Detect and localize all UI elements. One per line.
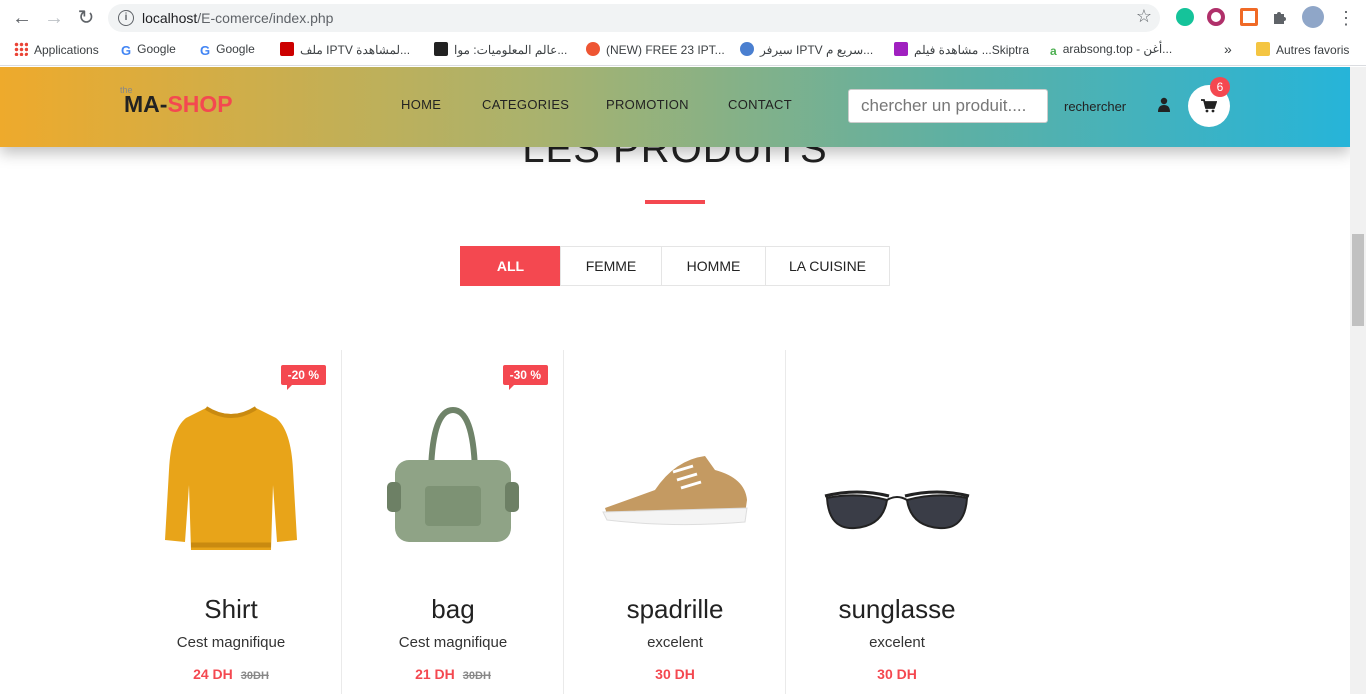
product-card[interactable]: -30 % bag Cest magnifique 21 DH 30DH xyxy=(342,350,564,694)
user-icon[interactable] xyxy=(1158,97,1170,113)
google-icon: G xyxy=(200,43,211,58)
bookmark-informatics-world[interactable]: عالم المعلوميات: موا... xyxy=(434,42,567,60)
page-scrollbar[interactable] xyxy=(1350,67,1366,694)
product-description: excelent xyxy=(647,634,703,651)
forward-arrow-icon[interactable]: → xyxy=(42,6,66,30)
grammarly-icon[interactable] xyxy=(1176,8,1194,26)
product-price: 21 DH 30DH xyxy=(342,666,564,682)
youtube-icon xyxy=(894,42,908,56)
bookmark-other-folder[interactable]: Autres favoris xyxy=(1256,42,1349,60)
product-description: Cest magnifique xyxy=(176,634,286,651)
extension-layout-icon[interactable] xyxy=(1240,8,1258,26)
folder-icon xyxy=(1256,42,1270,56)
profile-avatar[interactable] xyxy=(1302,6,1324,28)
product-description: excelent xyxy=(869,634,925,651)
google-icon: G xyxy=(121,43,132,58)
tan-sneaker-image[interactable] xyxy=(595,390,755,560)
bookmark-google-1[interactable]: G Google xyxy=(121,42,176,60)
discount-badge: -30 % xyxy=(502,365,548,390)
cart-count-badge: 6 xyxy=(1210,77,1230,97)
bookmark-free-iptv[interactable]: (NEW) FREE 23 IPT... xyxy=(586,42,725,60)
product-name[interactable]: spadrille xyxy=(564,594,786,625)
bookmark-google-2[interactable]: G Google xyxy=(200,42,255,60)
filter-la-cuisine-button[interactable]: LA CUISINE xyxy=(765,246,890,286)
site-header: the MA-SHOP HOME CATEGORIES PROMOTION CON… xyxy=(0,67,1350,147)
green-duffel-bag-image[interactable] xyxy=(373,390,533,560)
filter-femme-button[interactable]: FEMME xyxy=(560,246,662,286)
nav-promotion-link[interactable]: PROMOTION xyxy=(606,97,689,112)
product-name[interactable]: Shirt xyxy=(120,594,342,625)
site-logo[interactable]: the MA-SHOP xyxy=(120,85,233,118)
shopping-cart-icon xyxy=(1201,99,1217,113)
reload-icon[interactable]: ↻ xyxy=(74,6,98,30)
search-button[interactable]: rechercher xyxy=(1064,99,1126,114)
apps-grid-icon xyxy=(14,42,28,56)
product-price: 24 DH 30DH xyxy=(120,666,342,682)
title-underline xyxy=(645,200,705,204)
bookmark-applications[interactable]: Applications xyxy=(14,42,99,60)
product-name[interactable]: bag xyxy=(342,594,564,625)
filter-homme-button[interactable]: HOMME xyxy=(661,246,766,286)
bookmark-iptv-file[interactable]: ملف IPTV لمشاهدة... xyxy=(280,42,410,60)
nav-contact-link[interactable]: CONTACT xyxy=(728,97,792,112)
site-icon xyxy=(740,42,754,56)
product-price: 30 DH xyxy=(564,666,786,682)
product-description: Cest magnifique xyxy=(398,634,508,651)
product-price: 30 DH xyxy=(786,666,1008,682)
category-filters: ALL FEMME HOMME LA CUISINE xyxy=(460,246,890,286)
site-icon xyxy=(586,42,600,56)
current-price: 30 DH xyxy=(655,666,695,682)
nav-categories-link[interactable]: CATEGORIES xyxy=(482,97,569,112)
back-arrow-icon[interactable]: ← xyxy=(10,6,34,30)
old-price: 30DH xyxy=(240,670,269,682)
old-price: 30DH xyxy=(462,670,491,682)
page-content: LES PRODUITS ALL FEMME HOMME LA CUISINE … xyxy=(0,67,1350,694)
product-card[interactable]: spadrille excelent 30 DH xyxy=(564,350,786,694)
filter-all-button[interactable]: ALL xyxy=(460,246,561,286)
site-icon xyxy=(280,42,294,56)
current-price: 24 DH xyxy=(193,666,233,682)
bookmark-skiptra[interactable]: مشاهدة فيلم ...Skiptra xyxy=(894,42,1029,60)
yellow-sweater-image[interactable] xyxy=(151,390,311,560)
browser-menu-icon[interactable]: ⋮ xyxy=(1334,6,1358,30)
scrollbar-thumb[interactable] xyxy=(1352,234,1364,326)
current-price: 30 DH xyxy=(877,666,917,682)
address-bar[interactable]: i localhost/E-comerce/index.php ☆ xyxy=(108,4,1160,32)
product-search-input[interactable] xyxy=(848,89,1048,123)
product-card[interactable]: sunglasse excelent 30 DH xyxy=(786,350,1008,694)
browser-toolbar: ← → ↻ i localhost/E-comerce/index.php ☆ … xyxy=(0,0,1366,36)
site-icon: a xyxy=(1050,44,1057,58)
url-text[interactable]: localhost/E-comerce/index.php xyxy=(142,10,333,26)
extension-mic-icon[interactable] xyxy=(1207,8,1225,26)
bookmarks-bar: Applications G Google G Google ملف IPTV لم… xyxy=(0,36,1366,66)
site-info-icon[interactable]: i xyxy=(118,10,134,26)
extensions-puzzle-icon[interactable] xyxy=(1271,8,1289,26)
nav-home-link[interactable]: HOME xyxy=(401,97,441,112)
bookmark-iptv-server[interactable]: سيرفر IPTV سريع م... xyxy=(740,42,873,60)
site-icon xyxy=(434,42,448,56)
more-bookmarks-chevron[interactable]: » xyxy=(1224,42,1232,60)
bookmark-arabsong[interactable]: a arabsong.top - أغن... xyxy=(1050,42,1172,60)
current-price: 21 DH xyxy=(415,666,455,682)
product-name[interactable]: sunglasse xyxy=(786,594,1008,625)
discount-badge: -20 % xyxy=(280,365,326,390)
aviator-sunglasses-image[interactable] xyxy=(817,390,977,560)
bookmark-star-icon[interactable]: ☆ xyxy=(1136,6,1152,27)
product-card[interactable]: -20 % Shirt Cest magnifique 24 DH 30DH xyxy=(120,350,342,694)
product-grid: -20 % Shirt Cest magnifique 24 DH 30DH -3… xyxy=(120,350,1008,694)
